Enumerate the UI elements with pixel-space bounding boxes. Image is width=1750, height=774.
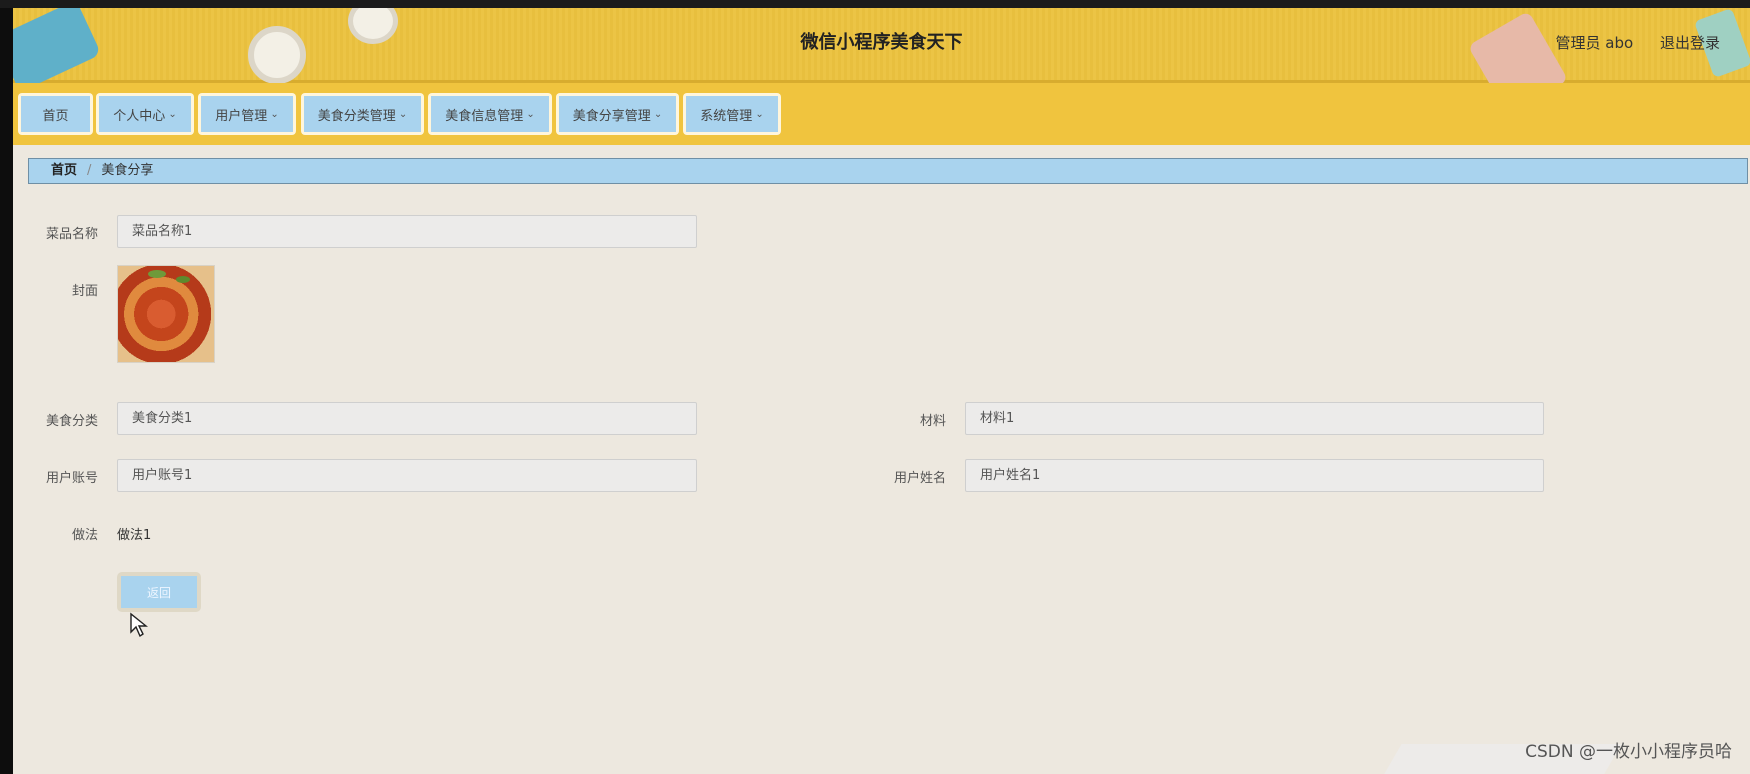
account-field[interactable]: 用户账号1 [117, 459, 697, 492]
window-left-bar [0, 8, 13, 774]
nav-item-category-management[interactable]: 美食分类管理 ⌄ [301, 93, 424, 135]
breadcrumb: 首页 / 美食分享 [28, 158, 1748, 184]
breadcrumb-separator: / [87, 163, 92, 178]
nav-item-personal-center[interactable]: 个人中心 ⌄ [96, 93, 194, 135]
mouse-cursor-icon [130, 612, 148, 638]
nav-item-label: 美食信息管理 [445, 108, 524, 124]
back-button-wrap: 返回 [117, 572, 201, 612]
breadcrumb-home[interactable]: 首页 [51, 163, 77, 178]
main-nav: 首页 个人中心 ⌄ 用户管理 ⌄ 美食分类管理 ⌄ 美食信息管理 ⌄ 美食分享管理 ⌄ 系… [13, 83, 1750, 145]
nav-item-label: 个人中心 [113, 108, 166, 124]
chevron-down-icon: ⌄ [270, 108, 279, 120]
nav-item-label: 系统管理 [700, 108, 753, 124]
nav-item-home[interactable]: 首页 [18, 93, 93, 135]
nav-item-label: 美食分类管理 [317, 108, 396, 124]
nav-item-label: 用户管理 [215, 108, 268, 124]
nav-item-system-management[interactable]: 系统管理 ⌄ [683, 93, 781, 135]
dish-name-field[interactable]: 菜品名称1 [117, 215, 697, 248]
chevron-down-icon: ⌄ [168, 108, 177, 120]
account-label: 用户账号 [45, 471, 98, 486]
material-label: 材料 [919, 414, 946, 429]
admin-label: 管理员 abo [1555, 34, 1634, 52]
nav-item-user-management[interactable]: 用户管理 ⌄ [198, 93, 296, 135]
category-field[interactable]: 美食分类1 [117, 402, 697, 435]
chevron-down-icon: ⌄ [526, 108, 535, 120]
nav-item-food-info-management[interactable]: 美食信息管理 ⌄ [428, 93, 552, 135]
category-label: 美食分类 [45, 414, 98, 429]
back-button[interactable]: 返回 [121, 576, 197, 608]
chevron-down-icon: ⌄ [755, 108, 764, 120]
nav-item-label: 美食分享管理 [572, 108, 651, 124]
dish-name-label: 菜品名称 [45, 227, 98, 242]
method-value: 做法1 [117, 528, 152, 543]
username-field[interactable]: 用户姓名1 [965, 459, 1544, 492]
chevron-down-icon: ⌄ [398, 108, 408, 120]
page-title: 微信小程序美食天下 [800, 32, 963, 53]
material-field[interactable]: 材料1 [965, 402, 1544, 435]
logout-link[interactable]: 退出登录 [1660, 34, 1720, 52]
method-label: 做法 [71, 528, 98, 543]
nav-item-food-share-management[interactable]: 美食分享管理 ⌄ [556, 93, 679, 135]
chevron-down-icon: ⌄ [653, 108, 663, 120]
username-label: 用户姓名 [893, 471, 946, 486]
user-area: 管理员 abo 退出登录 [1534, 32, 1720, 53]
header: 微信小程序美食天下 管理员 abo 退出登录 [13, 8, 1750, 116]
cover-image [117, 265, 215, 363]
window-top-bar [0, 0, 1750, 8]
nav-item-label: 首页 [42, 108, 69, 124]
app-window: 微信小程序美食天下 管理员 abo 退出登录 首页 个人中心 ⌄ 用户管理 ⌄ 美食… [13, 8, 1750, 774]
watermark: CSDN @一枚小小程序员哈 [1525, 742, 1732, 762]
breadcrumb-current: 美食分享 [101, 163, 154, 178]
cover-label: 封面 [71, 284, 98, 299]
